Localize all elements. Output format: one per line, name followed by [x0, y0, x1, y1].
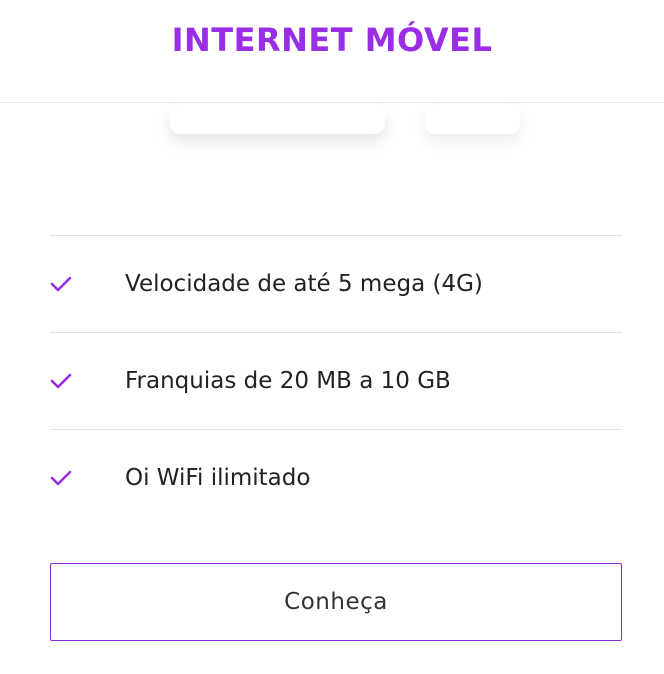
feature-label: Oi WiFi ilimitado [125, 465, 311, 491]
check-icon [50, 373, 72, 389]
tab-shadow-right [425, 104, 520, 134]
check-icon [50, 470, 72, 486]
feature-item: Franquias de 20 MB a 10 GB [50, 333, 622, 430]
tab-shadow-left [170, 104, 385, 134]
feature-item: Oi WiFi ilimitado [50, 430, 622, 526]
page: INTERNET MÓVEL Velocidade de até 5 mega … [0, 0, 664, 674]
feature-label: Velocidade de até 5 mega (4G) [125, 271, 483, 297]
conheca-button[interactable]: Conheça [50, 563, 622, 641]
header: INTERNET MÓVEL [0, 0, 664, 103]
feature-list: Velocidade de até 5 mega (4G) Franquias … [50, 235, 622, 526]
feature-label: Franquias de 20 MB a 10 GB [125, 368, 451, 394]
page-title: INTERNET MÓVEL [171, 21, 493, 59]
check-icon [50, 276, 72, 292]
feature-item: Velocidade de até 5 mega (4G) [50, 236, 622, 333]
